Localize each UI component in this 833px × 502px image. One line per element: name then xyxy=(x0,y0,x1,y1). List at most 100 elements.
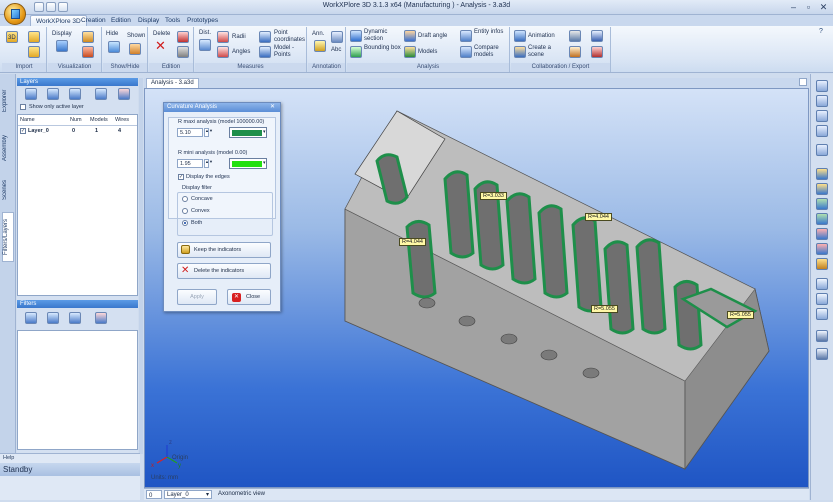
maximize-icon[interactable]: ▫ xyxy=(801,1,816,13)
convex-radio[interactable] xyxy=(182,208,188,214)
hide-button[interactable]: Hide xyxy=(106,31,118,38)
layout-single-icon[interactable] xyxy=(816,278,828,290)
edit-icon[interactable] xyxy=(177,31,189,43)
radii-button[interactable]: Radii xyxy=(232,34,246,41)
folder-open-icon[interactable] xyxy=(28,46,40,58)
angles-button[interactable]: Angles xyxy=(232,49,250,56)
rmax-input[interactable]: 5.10 xyxy=(177,128,203,137)
camera-icon[interactable] xyxy=(569,30,581,42)
layer-select[interactable]: Layer_0 ▾ xyxy=(164,490,212,499)
view-bottom-icon[interactable] xyxy=(816,243,828,255)
rmax-color-picker[interactable]: ▾ xyxy=(229,127,267,138)
radius-label[interactable]: R=4.044 xyxy=(399,238,426,246)
rmax-spinner[interactable]: ▲▼ xyxy=(204,128,213,137)
layer-move-icon[interactable] xyxy=(95,88,107,100)
tab-filters-layers[interactable]: Filters/Layers xyxy=(2,212,14,262)
layout-split-icon[interactable] xyxy=(816,293,828,305)
render-mode-icon[interactable] xyxy=(816,348,828,360)
compare-models-button[interactable]: Compare models xyxy=(474,45,508,59)
view-iso-icon[interactable] xyxy=(816,168,828,180)
animation-button[interactable]: Animation xyxy=(528,33,555,40)
tab-edition[interactable]: Edition xyxy=(106,15,136,26)
doc-tab-analysis[interactable]: Analysis - 3.a3d xyxy=(146,78,199,88)
radius-label[interactable]: R=5.055 xyxy=(727,311,754,319)
zoom-out-icon[interactable] xyxy=(816,125,828,137)
angles-icon[interactable] xyxy=(217,46,229,58)
app-menu-button[interactable] xyxy=(4,3,26,25)
layer-hide-icon[interactable] xyxy=(69,88,81,100)
show-only-active-checkbox[interactable] xyxy=(20,104,26,110)
scene-icon[interactable] xyxy=(514,46,526,58)
concave-radio[interactable] xyxy=(182,196,188,202)
text-icon[interactable] xyxy=(331,31,343,43)
help-icon[interactable]: ? xyxy=(819,28,829,36)
models-icon[interactable] xyxy=(404,46,416,58)
filter-edit-icon[interactable] xyxy=(47,312,59,324)
delete-filter-icon[interactable] xyxy=(95,312,107,324)
pdf-icon[interactable] xyxy=(591,46,603,58)
dialog-close-icon[interactable]: ✕ xyxy=(268,104,277,111)
bounding-box-icon[interactable] xyxy=(350,46,362,58)
apply-button[interactable]: Apply xyxy=(177,289,217,305)
annotation-icon[interactable] xyxy=(314,40,326,52)
point-coordinates-icon[interactable] xyxy=(259,31,271,43)
models-button[interactable]: Models xyxy=(418,49,437,56)
view-back-icon[interactable] xyxy=(816,258,828,270)
minimize-icon[interactable]: – xyxy=(786,1,801,13)
draft-angle-button[interactable]: Draft angle xyxy=(418,33,447,40)
delete-layer-icon[interactable] xyxy=(118,88,130,100)
entity-infos-button[interactable]: Entity infos xyxy=(474,29,508,36)
both-radio[interactable] xyxy=(182,220,188,226)
zoom-in-icon[interactable] xyxy=(816,110,828,122)
entity-infos-icon[interactable] xyxy=(460,30,472,42)
filter-apply-icon[interactable] xyxy=(69,312,81,324)
export-icon[interactable] xyxy=(591,30,603,42)
add-filter-icon[interactable] xyxy=(25,312,37,324)
table-row[interactable]: ✓ Layer_0 0 1 4 xyxy=(18,127,137,136)
delete-icon[interactable]: ✕ xyxy=(155,39,166,52)
radius-label[interactable]: R=5.055 xyxy=(591,305,618,313)
view-left-icon[interactable] xyxy=(816,228,828,240)
delete-indicators-button[interactable]: ✕ Delete the indicators xyxy=(177,263,271,279)
tab-scenes[interactable]: Scenes xyxy=(2,172,14,208)
radii-icon[interactable] xyxy=(217,31,229,43)
display-icon[interactable] xyxy=(56,40,68,52)
close-button[interactable]: ✕ Close xyxy=(227,289,271,305)
add-layer-icon[interactable] xyxy=(25,88,37,100)
keep-indicators-button[interactable]: Keep the indicators xyxy=(177,242,271,258)
layout-quad-icon[interactable] xyxy=(816,308,828,320)
create-scene-button[interactable]: Create a scene xyxy=(528,45,556,59)
layer-checkbox[interactable]: ✓ xyxy=(20,128,26,134)
radius-label[interactable]: R=4.044 xyxy=(585,213,612,221)
panel-splitter[interactable] xyxy=(139,78,143,454)
shown-button[interactable]: Shown xyxy=(127,33,145,40)
close-window-icon[interactable]: ✕ xyxy=(816,1,831,13)
animation-icon[interactable] xyxy=(514,30,526,42)
hide-icon[interactable] xyxy=(108,41,120,53)
rmin-spinner[interactable]: ▲▼ xyxy=(204,159,213,168)
bounding-box-button[interactable]: Bounding box xyxy=(364,45,402,52)
zoom-all-icon[interactable] xyxy=(816,80,828,92)
palette-icon[interactable] xyxy=(82,46,94,58)
doc-menu-icon[interactable] xyxy=(799,78,807,86)
distance-icon[interactable] xyxy=(199,39,211,51)
display-edges-checkbox[interactable]: ✓ xyxy=(178,174,184,180)
zoom-window-icon[interactable] xyxy=(816,95,828,107)
tab-prototypes[interactable]: Prototypes xyxy=(182,15,223,26)
light-icon[interactable] xyxy=(82,31,94,43)
model-points-button[interactable]: Model - Points xyxy=(274,45,306,59)
rmin-color-picker[interactable]: ▾ xyxy=(229,158,267,169)
compare-models-icon[interactable] xyxy=(460,46,472,58)
point-coordinates-button[interactable]: Point coordinates xyxy=(274,30,306,44)
view-right-icon[interactable] xyxy=(816,213,828,225)
radius-label[interactable]: R=3.033 xyxy=(480,192,507,200)
shown-icon[interactable] xyxy=(129,43,141,55)
dist-button[interactable]: Dist. xyxy=(199,30,211,37)
draft-angle-icon[interactable] xyxy=(404,30,416,42)
ann-button[interactable]: Ann. xyxy=(312,31,324,38)
dynamic-section-icon[interactable] xyxy=(350,30,362,42)
model-points-icon[interactable] xyxy=(259,46,271,58)
layer-visible-icon[interactable] xyxy=(47,88,59,100)
display-button[interactable]: Display xyxy=(52,31,72,38)
dynamic-section-button[interactable]: Dynamic section xyxy=(364,29,402,43)
